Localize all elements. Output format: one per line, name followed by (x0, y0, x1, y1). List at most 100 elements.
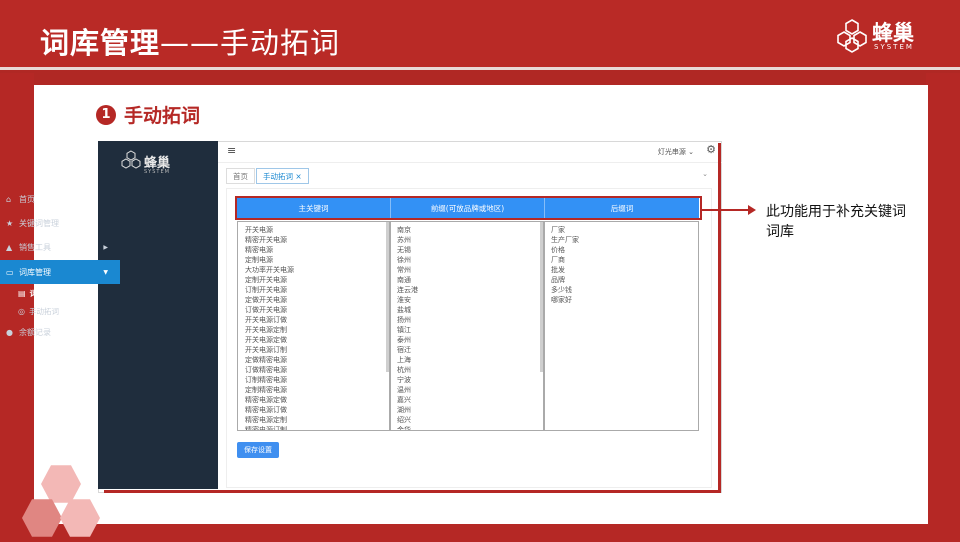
sidebar-subitem-manual-expand[interactable]: ◎ 手动拓词 (18, 303, 59, 319)
keyword-line: 开关电源订制 (245, 346, 287, 354)
sidebar-item-home[interactable]: ⌂ 首页 (0, 187, 120, 211)
annotation-arrow (702, 209, 752, 211)
sidebar-item-label: 销售工具 (19, 242, 51, 252)
keyword-line: 湖州 (397, 406, 411, 414)
keyword-line: 精密电源订做 (245, 406, 287, 414)
keyword-line: 嘉兴 (397, 396, 411, 404)
sidebar-item-keywords[interactable]: ★ 关键词管理 (0, 211, 120, 235)
keyword-line: 订做精密电源 (245, 366, 287, 374)
keyword-line: 徐州 (397, 256, 411, 264)
arrow-head-icon (748, 205, 756, 215)
save-button[interactable]: 保存设置 (237, 442, 279, 458)
annotation-note: 此功能用于补充关键词词库 (766, 204, 906, 240)
keyword-line: 订做开关电源 (245, 306, 287, 314)
section-title: 手动拓词 (124, 105, 201, 127)
keyword-line: 品牌 (551, 276, 565, 284)
chevron-down-icon: ▼ (103, 268, 108, 276)
prefix-textarea[interactable]: 南京 苏州 无锡 徐州 常州 南通 连云港 淮安 盐城 扬州 镇江 泰州 宿迁 上海 杭州 宁波 温州 嘉兴 湖州绍… (389, 221, 545, 431)
slide-title-light: ——手动拓词 (160, 26, 341, 60)
frame-right (926, 73, 960, 542)
keyword-line: 价格 (551, 246, 565, 254)
main-keywords-textarea[interactable]: 开关电源精密开关电源 精密电源定制电源大功率开关电源 定制开关电源 订制开关电源 定做开… (237, 221, 391, 431)
tab-bar: 首页 手动拓词 × ⌄ (218, 164, 712, 188)
keyword-line: 开关电源定制 (245, 326, 287, 334)
app-topbar: ≡ 灯光串源 ⌄ ⚙ (218, 141, 722, 163)
sidebar-subitem-label: 词库列表 (29, 288, 60, 298)
keyword-line: 厂家 (551, 226, 565, 234)
suffix-textarea[interactable]: 厂家生产厂家价格厂商批发品牌多少钱哪家好 (543, 221, 699, 431)
logo-subtitle: SYSTEM (874, 43, 914, 51)
home-icon: ⌂ (6, 194, 12, 204)
header-highlight-box (235, 196, 702, 220)
hexagon-logo-icon (837, 19, 867, 53)
chat-icon: ▭ (6, 267, 14, 277)
slide-title-bold: 词库管理 (40, 26, 161, 60)
keyword-line: 订制精密电源 (245, 376, 287, 384)
coin-icon: ● (6, 327, 13, 337)
keyword-line: 开关电源 (245, 226, 273, 234)
keyword-line: 精密电源定做 (245, 396, 287, 404)
keyword-line: 金华 (397, 426, 411, 431)
keyword-line: 开关电源定做 (245, 336, 287, 344)
sidebar-item-sales-tools[interactable]: ▲ 销售工具 ▶ (0, 235, 120, 259)
keyword-line: 泰州 (397, 336, 411, 344)
sidebar-item-label: 首页 (19, 194, 35, 204)
keyword-line: 生产厂家 (551, 236, 579, 244)
keyword-line: 定做开关电源 (245, 296, 287, 304)
settings-icon: ◎ (18, 306, 25, 316)
keyword-line: 苏州 (397, 236, 411, 244)
hexagon-logo-icon (121, 150, 141, 169)
keyword-line: 精密电源 (245, 246, 273, 254)
keyword-line: 杭州 (397, 366, 411, 374)
keyword-line: 开关电源订做 (245, 316, 287, 324)
keyword-line: 精密开关电源 (245, 236, 287, 244)
keyword-line: 大功率开关电源 (245, 266, 294, 274)
chevron-down-icon[interactable]: ⌄ (702, 170, 708, 178)
slide-header: 词库管理——手动拓词 蜂巢 SYSTEM (0, 0, 960, 70)
keyword-line: 宿迁 (397, 346, 411, 354)
gear-icon[interactable]: ⚙ (706, 143, 716, 156)
keyword-line: 连云港 (397, 286, 418, 294)
keyword-line: 定制开关电源 (245, 276, 287, 284)
keyword-line: 精密电源定制 (245, 416, 287, 424)
keyword-line: 淮安 (397, 296, 411, 304)
keyword-line: 温州 (397, 386, 411, 394)
keyword-line: 定制电源 (245, 256, 273, 264)
keyword-line: 多少钱 (551, 286, 572, 294)
thumb-up-icon: ▲ (6, 242, 13, 252)
sidebar-subitem-lexicon-list[interactable]: ▤ 词库列表 (18, 285, 60, 301)
keyword-line: 镇江 (397, 326, 411, 334)
keyword-line: 南京 (397, 226, 411, 234)
keyword-line: 批发 (551, 266, 565, 274)
keyword-line: 定做精密电源 (245, 356, 287, 364)
frame-bottom (0, 524, 960, 542)
keyword-line: 盐城 (397, 306, 411, 314)
keyword-line: 绍兴 (397, 416, 411, 424)
sidebar-item-label: 词库管理 (19, 267, 51, 277)
star-icon: ★ (6, 218, 14, 228)
keyword-line: 订制开关电源 (245, 286, 287, 294)
keyword-line: 扬州 (397, 316, 411, 324)
keyword-line: 精密电源订制 (245, 426, 287, 431)
keyword-line: 哪家好 (551, 296, 572, 304)
chevron-right-icon: ▶ (103, 243, 108, 251)
sidebar-logo-sub: SYSTEM (144, 169, 170, 175)
keyword-line: 无锡 (397, 246, 411, 254)
section-heading: 1 手动拓词 (96, 101, 200, 128)
menu-icon[interactable]: ≡ (227, 144, 236, 157)
keyword-line: 宁波 (397, 376, 411, 384)
tab-home[interactable]: 首页 (226, 168, 255, 184)
sidebar-item-label: 关键词管理 (19, 218, 59, 228)
keyword-line: 厂商 (551, 256, 565, 264)
sidebar-subitem-label: 手动拓词 (28, 306, 59, 316)
keyword-line: 定制精密电源 (245, 386, 287, 394)
slide-title: 词库管理——手动拓词 (40, 20, 340, 62)
sidebar-logo: 蜂巢 SYSTEM (120, 149, 200, 179)
sidebar-item-balance[interactable]: ● 余额记录 (0, 320, 120, 344)
source-select[interactable]: 灯光串源 ⌄ (658, 147, 694, 157)
list-icon: ▤ (18, 288, 26, 298)
keyword-line: 南通 (397, 276, 411, 284)
tab-manual-expand[interactable]: 手动拓词 × (256, 168, 309, 184)
section-number: 1 (96, 104, 116, 125)
sidebar-item-lexicon[interactable]: ▭ 词库管理 ▼ (0, 260, 120, 284)
